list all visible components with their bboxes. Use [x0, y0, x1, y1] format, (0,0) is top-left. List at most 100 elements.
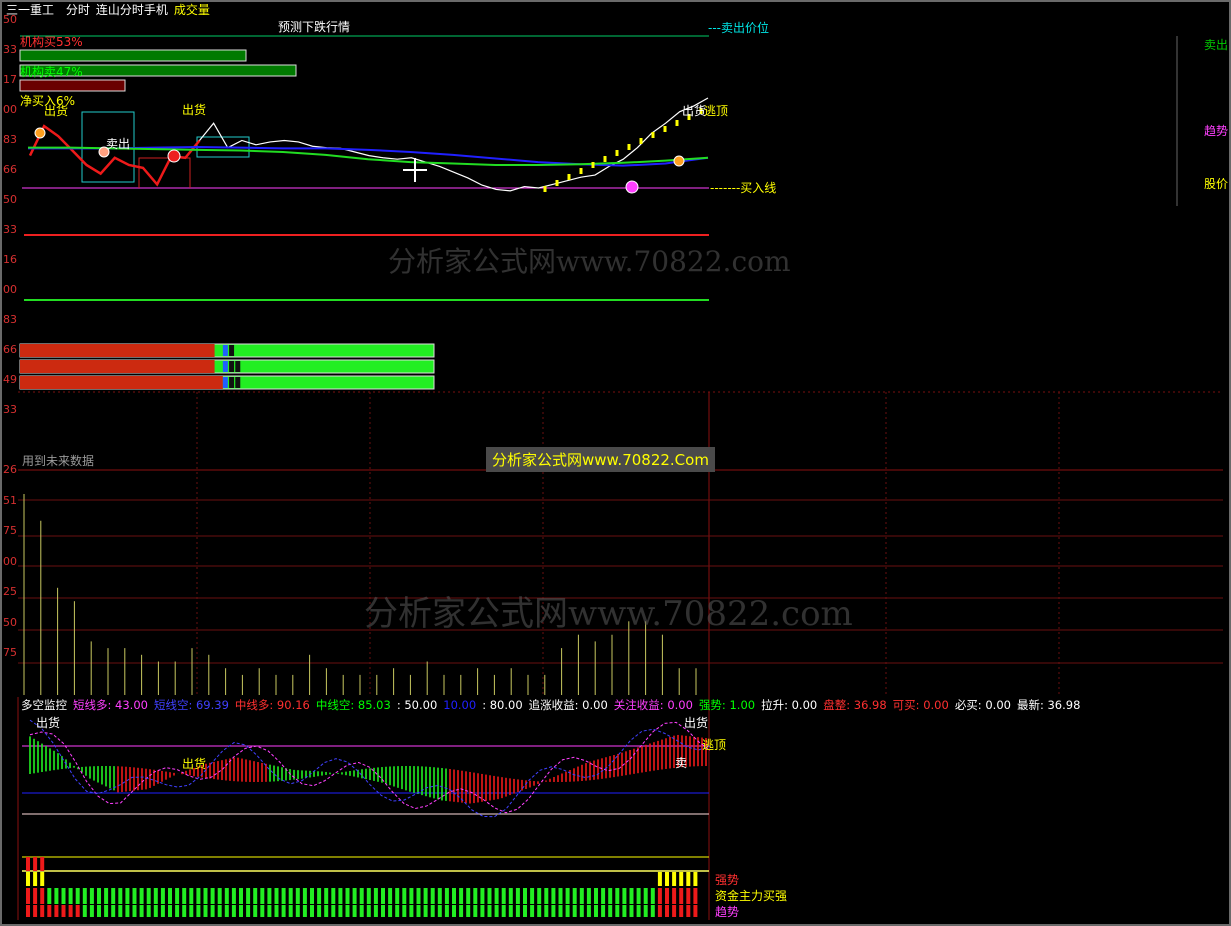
strip-bottom: [224, 905, 229, 917]
main-axis-label: 00: [3, 103, 17, 116]
strip-yellow: [665, 872, 669, 886]
strip-green: [452, 888, 456, 904]
strip-green: [68, 888, 73, 904]
strip-yellow: [104, 872, 109, 886]
strip-green: [402, 888, 407, 904]
strip-bottom: [381, 905, 385, 917]
strip-bottom: [430, 905, 435, 917]
indicator-item: 中线空: 85.03: [315, 698, 391, 712]
signal-marker: [167, 149, 181, 163]
strip-green: [338, 888, 343, 904]
bar-red-2: [20, 376, 223, 389]
strip-bottom: [338, 905, 343, 917]
strip-green: [643, 888, 648, 904]
strip-bottom: [345, 905, 350, 917]
strip-green: [665, 888, 669, 904]
strip-bottom: [153, 905, 158, 917]
strip-yellow: [601, 872, 606, 886]
osc-curve-magenta: [29, 721, 711, 814]
strip-bottom: [650, 905, 655, 917]
strip-yellow: [160, 872, 165, 886]
strip-green: [608, 888, 613, 904]
strip-bottom: [196, 905, 201, 917]
strip-green: [54, 888, 59, 904]
strip-bottom: [47, 905, 52, 917]
indicator-item: 最新: 36.98: [1016, 698, 1081, 712]
strip-yellow: [402, 872, 407, 886]
strip-green: [89, 888, 94, 904]
indicator-item: 短线空: 69.39: [153, 698, 229, 712]
strip-yellow: [203, 872, 208, 886]
strip-bottom: [189, 905, 194, 917]
strip-yellow: [253, 872, 258, 886]
strip-bottom: [267, 905, 272, 917]
strip-bottom: [544, 905, 549, 917]
strip-yellow: [310, 872, 314, 886]
buy-line-label: -------买入线: [710, 181, 777, 195]
strip-green: [487, 888, 492, 904]
bar-mark: [235, 377, 241, 388]
strip-green: [381, 888, 385, 904]
strip-green: [650, 888, 655, 904]
strip-green: [501, 888, 506, 904]
indicator-item: 10.00: [443, 698, 477, 712]
strip-yellow: [47, 872, 52, 886]
strip-green: [544, 888, 549, 904]
indicator-item: : 50.00: [396, 698, 438, 712]
strip-bottom: [295, 905, 300, 917]
strip-bottom: [466, 905, 471, 917]
strip-bottom: [622, 905, 627, 917]
main-axis-label: 50: [3, 13, 17, 26]
strip-bottom: [288, 905, 293, 917]
bar-red-1: [20, 360, 215, 373]
strip-green: [672, 888, 677, 904]
strip-yellow: [345, 872, 350, 886]
strip-bottom: [452, 905, 456, 917]
strip-yellow: [501, 872, 506, 886]
strip-bottom: [416, 905, 421, 917]
indicator-item: 多空监控: [21, 698, 67, 712]
strip-yellow: [629, 872, 634, 886]
strip-green: [537, 888, 542, 904]
strip-bottom: [324, 905, 329, 917]
strip-green: [118, 888, 123, 904]
strip-bottom: [579, 905, 584, 917]
strip-green: [203, 888, 208, 904]
strip-green: [657, 888, 662, 904]
strip-bottom: [160, 905, 165, 917]
strip-bottom: [104, 905, 109, 917]
strip-green: [395, 888, 400, 904]
indicator-item: 强势: 1.00: [698, 698, 756, 712]
net-buy-bar: [19, 79, 126, 92]
strip-green: [686, 888, 691, 904]
signal-marker: [34, 127, 46, 139]
strip-yellow: [672, 872, 677, 886]
annotation-chuhuo-2: 出货: [182, 103, 207, 117]
strip-yellow: [650, 872, 655, 886]
strip-green: [515, 888, 520, 904]
signal-marker: [673, 155, 685, 167]
strip-green: [302, 888, 307, 904]
institution-sell-label: 机构卖47%: [20, 65, 83, 79]
indicator-item: 拉升: 0.00: [761, 698, 818, 712]
strip-yellow: [487, 872, 492, 886]
strip-yellow: [544, 872, 549, 886]
strip-yellow: [572, 872, 577, 886]
strip-bottom: [402, 905, 407, 917]
strip-yellow: [579, 872, 584, 886]
strip-yellow: [125, 872, 130, 886]
strip-bottom: [302, 905, 307, 917]
strip-bottom: [615, 905, 620, 917]
strip-green: [693, 888, 698, 904]
strip-yellow: [26, 872, 30, 886]
bar-mark: [222, 377, 228, 388]
bar-mark: [229, 377, 235, 388]
strip-green: [615, 888, 620, 904]
strip-green: [104, 888, 109, 904]
strip-yellow: [274, 872, 279, 886]
indicator-bar: 多空监控 短线多: 43.00 短线空: 69.39 中线多: 90.16 中线空: 8…: [21, 698, 1086, 712]
main-axis-label: 50: [3, 193, 17, 206]
strip-green: [352, 888, 357, 904]
strip-green: [288, 888, 293, 904]
strip-yellow: [480, 872, 485, 886]
